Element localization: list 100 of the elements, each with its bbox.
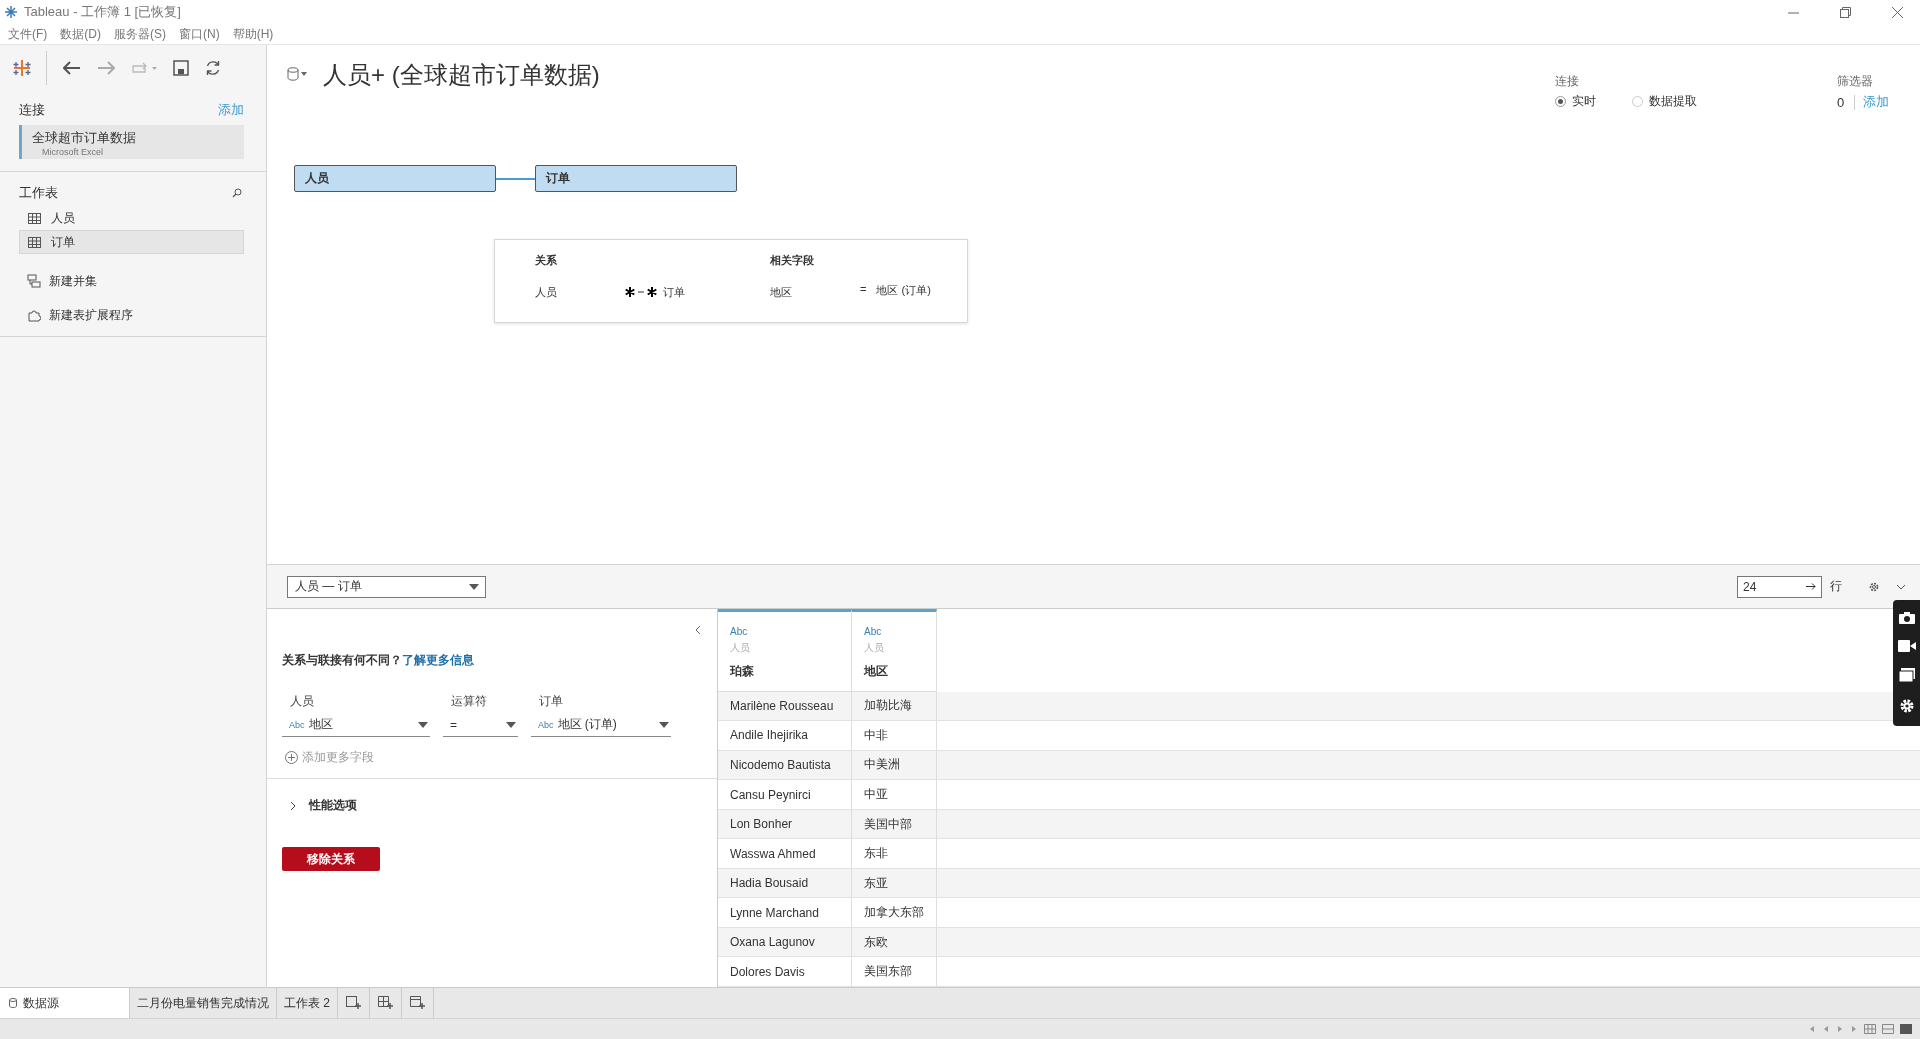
database-icon [9, 998, 17, 1008]
arrow-right-icon [1806, 583, 1816, 590]
table-cell: 中亚 [852, 780, 937, 809]
add-circle-icon [285, 751, 298, 764]
field-dropdown[interactable]: Abc 地区 [282, 713, 430, 737]
forward-arrow-icon [97, 61, 115, 75]
column-label: 订单 [538, 693, 564, 710]
grid-view-button[interactable] [1864, 1024, 1876, 1034]
restore-icon [1839, 6, 1851, 18]
table-cell: Lon Bonher [718, 809, 852, 839]
table-cell: Dolores Davis [718, 957, 852, 986]
table-cell: 东亚 [852, 868, 937, 898]
sheet-item[interactable]: 人员 [19, 206, 244, 230]
table-cell: Lynne Marchand [718, 898, 852, 927]
union-icon [27, 274, 41, 288]
caret-icon [418, 721, 428, 728]
rows-label: 行 [1830, 578, 1842, 595]
table-label: 人员 [730, 641, 751, 655]
new-story-icon [409, 996, 426, 1010]
list-icon [1882, 1024, 1894, 1034]
column-label: 人员 [289, 693, 315, 710]
connection-type: Microsoft Excel [41, 147, 104, 157]
back-button[interactable] [61, 59, 83, 77]
table-cell: 中非 [852, 721, 937, 750]
filters-count: 0 [1837, 94, 1856, 110]
new-sheet-icon [345, 996, 362, 1010]
connection-label: 连接 [1555, 73, 1580, 90]
column-name: 地区 [864, 663, 889, 680]
help-text: 关系与联接有何不同？了解更多信息 [282, 652, 475, 669]
connection-option[interactable]: 实时 [1555, 93, 1596, 110]
column-heading: 关系 [535, 252, 558, 268]
column-heading: 相关字段 [770, 252, 815, 268]
menu-item[interactable]: 窗口(N) [175, 25, 229, 43]
connection-item[interactable]: 全球超市订单数据 Microsoft Excel [19, 125, 244, 159]
table-cell: 美国东部 [852, 957, 937, 986]
menu-item[interactable]: 数据(D) [56, 25, 110, 43]
rows-field[interactable]: 24 [1737, 575, 1822, 598]
filters-label: 筛选器 [1837, 73, 1874, 90]
chevron-down-icon [1896, 583, 1906, 590]
camera-icon[interactable] [1898, 612, 1915, 624]
relationship-dropdown[interactable]: 人员 — 订单 [287, 575, 486, 598]
search-icon [232, 188, 242, 198]
performance-options-toggle[interactable]: 性能选项 [289, 797, 717, 814]
tile-icon [1900, 1024, 1912, 1034]
column-name: 珀森 [730, 663, 755, 680]
caret-icon [506, 721, 516, 728]
tableau-logo-icon[interactable] [12, 58, 32, 78]
connection-name: 全球超市订单数据 [32, 129, 137, 147]
database-icon [287, 67, 299, 81]
video-icon[interactable] [1897, 640, 1916, 652]
list-view-button[interactable] [1882, 1024, 1894, 1034]
section-heading: 工作表 [19, 184, 58, 202]
remove-relationship-button[interactable]: 移除关系 [282, 847, 380, 871]
table-cell: 东非 [852, 839, 937, 868]
field-name: 地区 (订单) [876, 283, 931, 298]
field-dropdown[interactable]: Abc 地区 (订单) [531, 713, 671, 737]
caret-icon [301, 72, 307, 76]
refresh-icon [205, 60, 221, 76]
menu-item[interactable]: 服务器(S) [110, 25, 175, 43]
menu-item[interactable]: 文件(F) [4, 25, 57, 43]
table-label: 人员 [864, 641, 885, 655]
learn-more-link[interactable]: 了解更多信息 [402, 653, 474, 667]
back-arrow-icon [63, 61, 81, 75]
redo-icon [131, 62, 157, 74]
many-to-many-icon [625, 287, 657, 297]
data-source-title[interactable]: 人员+ (全球超市订单数据) [323, 59, 600, 91]
table-cell: Hadia Bousaid [718, 868, 852, 898]
action-item[interactable]: 新建并集 [27, 264, 266, 298]
connection-option[interactable]: 数据提取 [1632, 93, 1697, 110]
close-icon [1891, 6, 1903, 18]
grid-icon [1864, 1024, 1876, 1034]
table-node[interactable]: 订单 [535, 165, 737, 192]
table-node[interactable]: 人员 [294, 165, 496, 192]
table-icon [28, 236, 41, 248]
gear-icon[interactable] [1898, 698, 1915, 714]
table-cell: 加拿大东部 [852, 898, 937, 927]
table-cell: Wasswa Ahmed [718, 839, 852, 868]
save-button[interactable] [171, 58, 191, 78]
tile-view-button[interactable] [1900, 1024, 1912, 1034]
table-cell: Nicodemo Bautista [718, 750, 852, 780]
data-source-button[interactable] [287, 67, 307, 81]
menu-item[interactable]: 帮助(H) [228, 25, 283, 43]
table-cell: Marilène Rousseau [718, 691, 852, 721]
action-item[interactable]: 新建表扩展程序 [27, 298, 266, 332]
save-icon [173, 60, 189, 76]
sheet-item[interactable]: 订单 [19, 230, 244, 254]
section-heading: 连接 [19, 101, 45, 119]
settings-icon [1868, 580, 1880, 593]
sheet-tab[interactable]: 数据源 [0, 988, 130, 1018]
type-label: Abc [864, 626, 883, 637]
table-name: 订单 [663, 284, 685, 300]
table-cell: Cansu Peynirci [718, 780, 852, 809]
chevron-left-icon [695, 625, 701, 635]
search-button[interactable] [230, 186, 244, 200]
table-cell: Andile Ihejirika [718, 721, 852, 750]
window-icon[interactable] [1898, 668, 1915, 682]
caret-icon [469, 583, 479, 590]
field-dropdown[interactable]: = [443, 713, 518, 737]
caret-icon [659, 721, 669, 728]
table-cell: 美国中部 [852, 809, 937, 839]
